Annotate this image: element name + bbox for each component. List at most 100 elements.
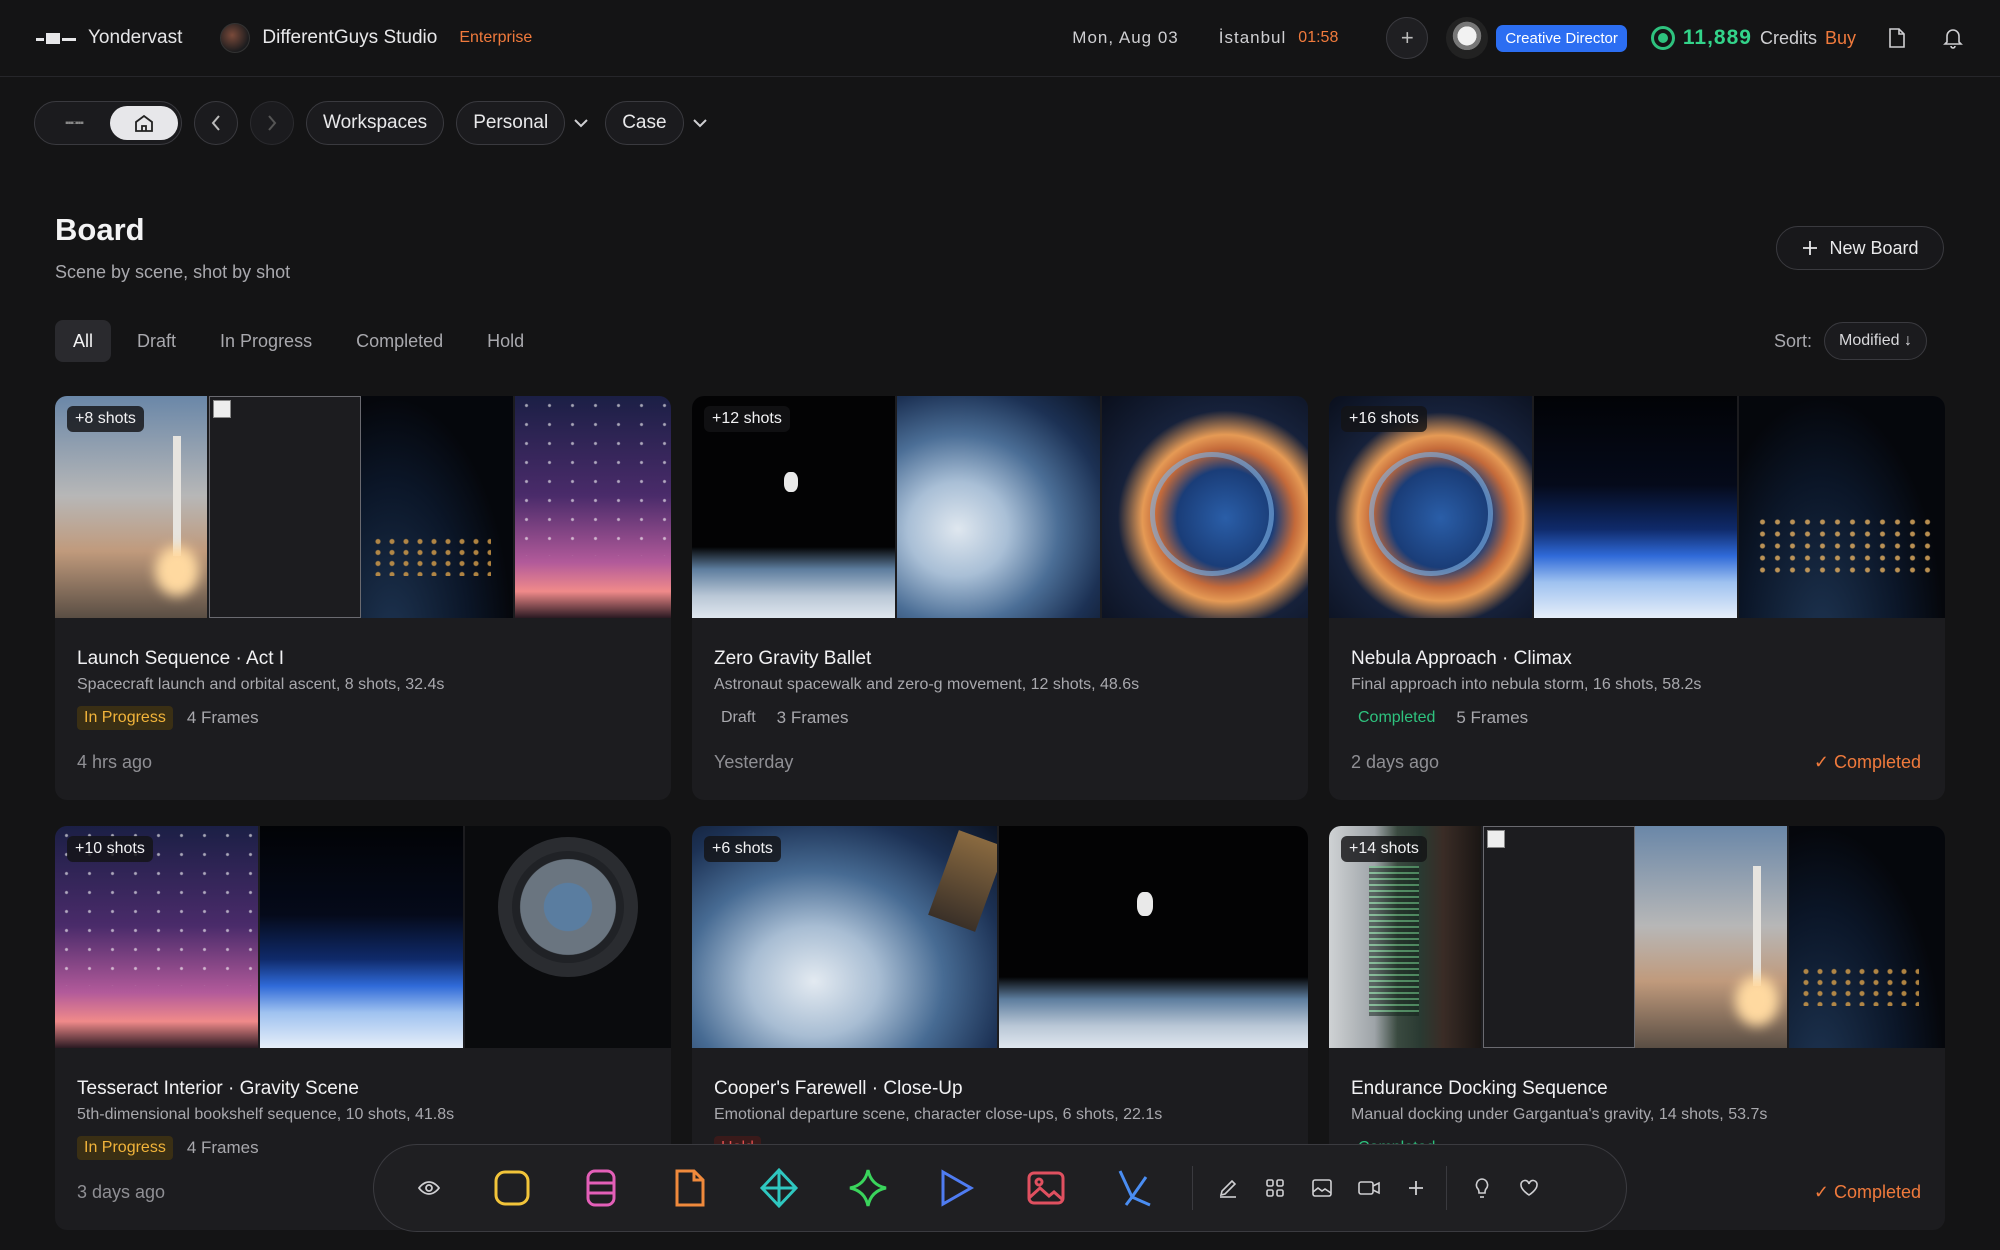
thumbnail-starry-sky (515, 396, 671, 618)
modified-time: 3 days ago (77, 1182, 166, 1202)
home-button[interactable] (110, 106, 178, 140)
crumb-case[interactable]: Case (605, 101, 684, 145)
sparkle-tool-button[interactable] (838, 1158, 898, 1218)
favorites-button[interactable] (1514, 1168, 1544, 1208)
card-description: Spacecraft launch and orbital ascent, 8 … (77, 676, 445, 693)
frames-count: 4 Frames (186, 1138, 259, 1157)
page-subtitle: Scene by scene, shot by shot (55, 262, 291, 282)
local-time: 01:58 (1298, 29, 1339, 46)
preview-button[interactable] (404, 1158, 454, 1218)
filter-in-progress[interactable]: In Progress (202, 320, 330, 362)
card-tags: Completed 5 Frames (1351, 706, 1528, 730)
brand-name: Yondervast (88, 27, 183, 48)
status-badge: In Progress (77, 1136, 173, 1160)
modified-time: 4 hrs ago (77, 752, 153, 772)
filter-draft[interactable]: Draft (119, 320, 194, 362)
chevron-down-icon[interactable] (692, 118, 708, 128)
sort-control: Sort: Modified ↓ (1774, 322, 1927, 360)
studio-avatar (220, 23, 251, 53)
home-switch: ▪▪▪▫▪▪▪ (34, 101, 182, 145)
nav-bar: ▪▪▪▫▪▪▪ Workspaces Personal Case (34, 100, 712, 146)
workspace-logo[interactable]: ▪▪▪▫▪▪▪ (38, 105, 110, 141)
database-tool-button[interactable] (571, 1158, 631, 1218)
play-icon (941, 1169, 975, 1207)
brand[interactable]: Yondervast (36, 27, 182, 49)
sparkle-icon (849, 1169, 887, 1207)
ideas-button[interactable] (1467, 1168, 1497, 1208)
thumbnail-earth-night (1789, 826, 1945, 1048)
filter-all[interactable]: All (55, 320, 112, 362)
thumbnail-astronaut (999, 826, 1308, 1048)
status-badge: In Progress (77, 706, 173, 730)
thumbnail-missing (1483, 826, 1635, 1048)
shape-tool-button[interactable] (749, 1158, 809, 1218)
add-button[interactable]: + (1386, 17, 1429, 59)
dock-divider (1192, 1166, 1193, 1210)
image-tool-button[interactable] (1016, 1158, 1076, 1218)
studio-switcher[interactable]: DifferentGuys Studio Enterprise (220, 23, 532, 53)
card-title: Zero Gravity Ballet (714, 648, 872, 669)
sort-dropdown[interactable]: Modified ↓ (1824, 322, 1927, 360)
add-item-button[interactable] (1401, 1168, 1431, 1208)
card-description: Emotional departure scene, character clo… (714, 1106, 1163, 1123)
card-description: Final approach into nebula storm, 16 sho… (1351, 676, 1702, 693)
card-title: Endurance Docking Sequence (1351, 1078, 1608, 1099)
status-badge: Completed (1358, 709, 1436, 726)
tool-dock (373, 1144, 1627, 1232)
heart-icon (1520, 1179, 1538, 1196)
thumbnail-missing (209, 396, 361, 618)
shots-badge: +12 shots (704, 406, 790, 432)
crumb-workspaces[interactable]: Workspaces (306, 101, 445, 145)
card-tags: In Progress 4 Frames (77, 706, 259, 730)
dock-divider (1446, 1166, 1447, 1210)
credits: 11,889 Credits Buy (1650, 26, 1856, 50)
brand-logo-icon (36, 30, 76, 46)
plus-icon (1409, 1181, 1423, 1195)
bell-icon[interactable] (1942, 27, 1964, 49)
back-button[interactable] (194, 101, 238, 145)
forward-button[interactable] (250, 101, 294, 145)
plus-icon (1803, 241, 1818, 255)
thumbnail-earth-horizon (260, 826, 465, 1048)
thumbnail-strip (55, 396, 671, 618)
card-tags: In Progress 4 Frames (77, 1136, 259, 1160)
chevron-right-icon (268, 115, 277, 131)
filter-completed[interactable]: Completed (338, 320, 461, 362)
studio-name: DifferentGuys Studio (262, 27, 438, 48)
document-icon[interactable] (1886, 27, 1908, 49)
edit-button[interactable] (1213, 1168, 1243, 1208)
current-date: Mon, Aug 03 (1072, 28, 1179, 47)
document-tool-button[interactable] (660, 1158, 720, 1218)
user-avatar[interactable] (1446, 17, 1489, 59)
chevron-down-icon[interactable] (573, 118, 589, 128)
grid-view-button[interactable] (1260, 1168, 1290, 1208)
lightbulb-icon (1475, 1178, 1489, 1198)
board-card[interactable]: +16 shots Nebula Approach · Climax Final… (1329, 396, 1945, 800)
rounded-square-icon (494, 1170, 530, 1206)
frames-count: 5 Frames (1456, 708, 1529, 727)
frames-count: 4 Frames (186, 708, 259, 727)
new-board-button[interactable]: New Board (1776, 226, 1944, 270)
thumbnail-strip (692, 826, 1308, 1048)
frame-tool-button[interactable] (482, 1158, 542, 1218)
play-tool-button[interactable] (927, 1158, 987, 1218)
board-card[interactable]: +8 shots Launch Sequence · Act I Spacecr… (55, 396, 671, 800)
connect-tool-button[interactable] (1105, 1158, 1165, 1218)
video-button[interactable] (1354, 1168, 1384, 1208)
shots-badge: +14 shots (1341, 836, 1427, 862)
card-description: Manual docking under Gargantua's gravity… (1351, 1106, 1768, 1123)
buy-credits-link[interactable]: Buy (1825, 28, 1856, 49)
board-card[interactable]: +12 shots Zero Gravity Ballet Astronaut … (692, 396, 1308, 800)
thumbnail-cupola-window (465, 826, 671, 1048)
completed-indicator: ✓ Completed (1813, 752, 1921, 772)
chevron-left-icon (211, 115, 220, 131)
image-button[interactable] (1307, 1168, 1337, 1208)
video-icon (1358, 1181, 1380, 1195)
filter-hold[interactable]: Hold (469, 320, 542, 362)
role-badge[interactable]: Creative Director (1496, 24, 1627, 52)
crumb-personal[interactable]: Personal (456, 101, 566, 145)
plus-icon: + (1400, 25, 1414, 50)
top-bar: Yondervast DifferentGuys Studio Enterpri… (0, 0, 2000, 77)
diamond-icon (759, 1167, 799, 1209)
sort-label: Sort: (1774, 330, 1813, 351)
